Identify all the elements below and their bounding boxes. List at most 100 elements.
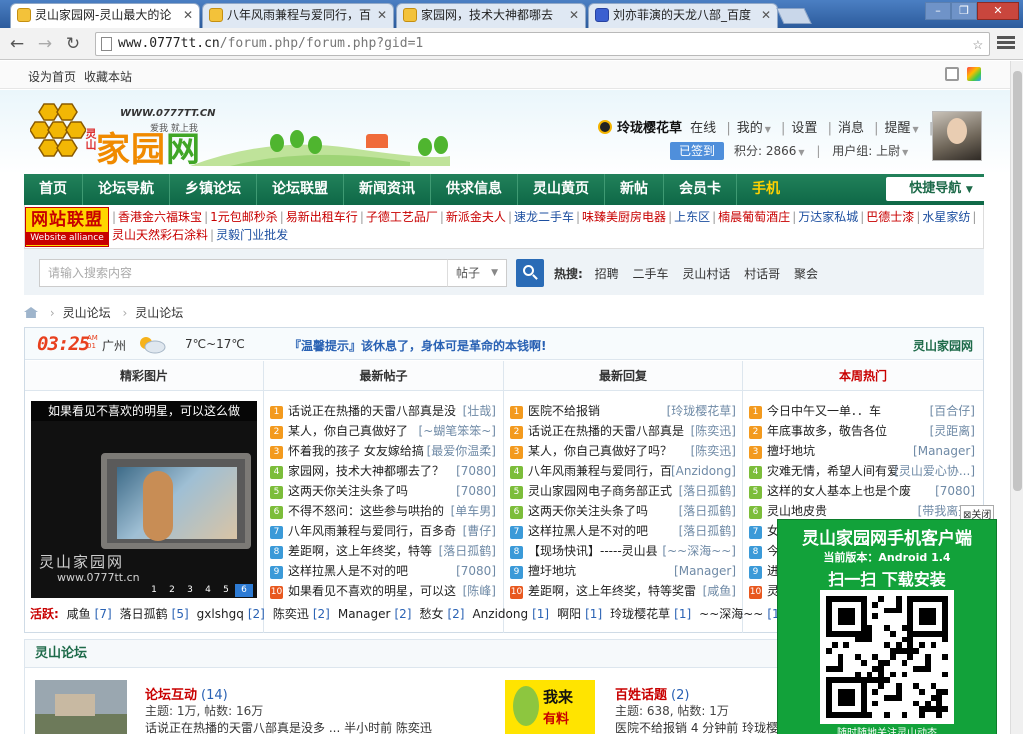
list-item[interactable]: 6 不得不怒问：这些参与哄抬的 [单车男] (270, 501, 496, 521)
alliance-link[interactable]: 楠晨葡萄酒庄 (718, 210, 790, 224)
alliance-badge[interactable]: 网站联盟 Website alliance (25, 207, 109, 247)
alliance-link[interactable]: 万达家私城 (798, 210, 858, 224)
browser-tab-1[interactable]: 灵山家园网-灵山最大的论 ✕ (10, 3, 200, 29)
active-user[interactable]: Anzidong (472, 607, 528, 621)
item-title[interactable]: 家园网，技术大神都哪去了？ (288, 461, 444, 481)
hot-search-term[interactable]: 招聘 (595, 267, 619, 281)
list-item[interactable]: 1 医院不给报销 [玲珑樱花草] (510, 401, 736, 421)
bookmark-site-link[interactable]: 收藏本站 (84, 68, 132, 85)
breadcrumb-item[interactable]: 灵山论坛 (63, 306, 111, 320)
color-theme-icon[interactable] (967, 67, 981, 81)
forward-arrow-icon[interactable]: → (34, 33, 56, 55)
alliance-link[interactable]: 1元包邮秒杀 (210, 210, 278, 224)
active-user[interactable]: gxlshgq (197, 607, 244, 621)
list-item[interactable]: 3 擅圩地坑 [Manager] (749, 441, 975, 461)
item-title[interactable]: 某人，你自己真做好了吗？ (528, 441, 672, 461)
item-author[interactable]: [7080] (456, 561, 496, 581)
list-item[interactable]: 6 这两天你关注头条了吗 [落日孤鹤] (510, 501, 736, 521)
item-author[interactable]: [陈奕迅] (691, 421, 736, 441)
browser-menu-icon[interactable] (997, 34, 1015, 52)
alliance-link[interactable]: 味臻美厨房电器 (582, 210, 666, 224)
alliance-link[interactable]: 上东区 (674, 210, 710, 224)
list-item[interactable]: 2 话说正在热播的天雷八部真是 [陈奕迅] (510, 421, 736, 441)
bookmark-star-icon[interactable]: ☆ (973, 33, 983, 55)
list-item[interactable]: 10 如果看见不喜欢的明星，可以这 [陈峰] (270, 581, 496, 601)
item-title[interactable]: 灵山家园网电子商务部正式 (528, 481, 672, 501)
item-title[interactable]: 八年风雨兼程与爱同行，百 (528, 461, 672, 481)
my-menu[interactable]: 我的 (737, 121, 763, 136)
list-item[interactable]: 3 怀着我的孩子 女友嫁给搞 [最爱你温柔] (270, 441, 496, 461)
nav-mobile[interactable]: 手机 (737, 174, 795, 205)
honeycomb-logo-icon[interactable] (30, 102, 86, 160)
item-title[interactable]: 灾难无情，希望人间有爱 (767, 461, 899, 481)
item-title[interactable]: 怀着我的孩子 女友嫁给搞 (288, 441, 424, 461)
nav-news[interactable]: 新闻资讯 (344, 174, 431, 205)
nav-yellow-pages[interactable]: 灵山黄页 (518, 174, 605, 205)
item-title[interactable]: 不得不怒问：这些参与哄抬的 (288, 501, 444, 521)
active-user[interactable]: 落日孤鹤 (120, 607, 168, 621)
slide-image[interactable]: 如果看见不喜欢的明星，可以这么做 灵山家园网 www.0777tt.cn 1 2… (31, 401, 257, 598)
list-item[interactable]: 5 灵山家园网电子商务部正式 [落日孤鹤] (510, 481, 736, 501)
slide-page[interactable]: 4 (199, 584, 217, 597)
item-author[interactable]: [落日孤鹤] (439, 541, 496, 561)
item-author[interactable]: [最爱你温柔] (427, 441, 496, 461)
hot-search-term[interactable]: 村话哥 (744, 267, 780, 281)
active-user[interactable]: 愁女 (419, 607, 443, 621)
quick-nav-button[interactable]: 快捷导航 ▼ (886, 177, 996, 201)
maximize-icon[interactable]: ❐ (951, 2, 977, 20)
active-user[interactable]: Manager (338, 607, 391, 621)
list-item[interactable]: 5 这样的女人基本上也是个废 [7080] (749, 481, 975, 501)
hot-search-term[interactable]: 二手车 (632, 267, 668, 281)
browser-tab-3[interactable]: 家园网，技术大神都哪去 ✕ (396, 3, 586, 28)
item-title[interactable]: 这样拉黑人是不对的吧 (528, 521, 648, 541)
user-avatar[interactable] (932, 111, 982, 161)
item-title[interactable]: 八年风雨兼程与爱同行，百多奇 (288, 521, 456, 541)
search-type-select[interactable]: 帖子 ▼ (447, 259, 507, 287)
item-author[interactable]: [灵山爱心协...] (894, 461, 975, 481)
list-item[interactable]: 5 这两天你关注头条了吗 [7080] (270, 481, 496, 501)
list-item[interactable]: 3 某人，你自己真做好了吗？ [陈奕迅] (510, 441, 736, 461)
close-tab-icon[interactable]: ✕ (761, 4, 771, 26)
nav-supply[interactable]: 供求信息 (431, 174, 518, 205)
settings-link[interactable]: 设置 (791, 121, 817, 136)
nav-forum-alliance[interactable]: 论坛联盟 (257, 174, 344, 205)
item-author[interactable]: [灵距离] (930, 421, 975, 441)
item-title[interactable]: 灵山地皮贵 (767, 501, 827, 521)
item-title[interactable]: 今日中午又一单．．车 (767, 401, 881, 421)
browser-tab-4[interactable]: 刘亦菲演的天龙八部_百度 ✕ (588, 3, 778, 28)
alliance-link[interactable]: 灵毅门业批发 (216, 228, 288, 242)
forum-name-text[interactable]: 论坛互动 (145, 688, 197, 703)
credit-value[interactable]: 积分: 2866 (734, 144, 796, 158)
item-author[interactable]: [落日孤鹤] (679, 501, 736, 521)
list-item[interactable]: 4 灾难无情，希望人间有爱 [灵山爱心协...] (749, 461, 975, 481)
reload-icon[interactable]: ↻ (62, 33, 84, 55)
home-icon[interactable] (24, 307, 38, 318)
item-title[interactable]: 这样的女人基本上也是个废 (767, 481, 911, 501)
list-item[interactable]: 8 差距啊，这上年终奖，特等 [落日孤鹤] (270, 541, 496, 561)
item-title[interactable]: 【现场快讯】-----灵山县 (528, 541, 658, 561)
nav-town-forums[interactable]: 乡镇论坛 (170, 174, 257, 205)
item-author[interactable]: [落日孤鹤] (679, 521, 736, 541)
close-tab-icon[interactable]: ✕ (569, 4, 579, 26)
item-title[interactable]: 这样拉黑人是不对的吧 (288, 561, 408, 581)
scrollbar-thumb[interactable] (1013, 71, 1022, 491)
user-group[interactable]: 用户组: 上尉 (832, 144, 900, 158)
item-author[interactable]: [壮哉] (463, 401, 496, 421)
new-tab-button[interactable] (776, 8, 812, 24)
active-user[interactable]: ~~深海~~ (699, 607, 763, 621)
forum-last-post[interactable]: 医院不给报销 4 分钟前 玲珑樱花草 (615, 719, 802, 734)
item-title[interactable]: 擅圩地坑 (767, 441, 815, 461)
brand-link[interactable]: 灵山家园网 (913, 337, 973, 354)
close-tab-icon[interactable]: ✕ (183, 4, 193, 26)
address-bar[interactable]: www.0777tt.cn/forum.php/forum.php?gid=1 … (95, 32, 990, 56)
messages-link[interactable]: 消息 (838, 121, 864, 136)
item-title[interactable]: 话说正在热播的天雷八部真是 (528, 421, 684, 441)
active-user[interactable]: 咸鱼 (67, 607, 91, 621)
item-author[interactable]: [Manager] (913, 441, 975, 461)
signed-in-button[interactable]: 已签到 (670, 142, 724, 160)
item-author[interactable]: [7080] (456, 461, 496, 481)
alliance-link[interactable]: 水星家纺 (922, 210, 970, 224)
item-author[interactable]: [Manager] (674, 561, 736, 581)
item-title[interactable]: 如果看见不喜欢的明星，可以这 (288, 581, 456, 601)
list-item[interactable]: 8 【现场快讯】-----灵山县 [~~深海~~] (510, 541, 736, 561)
